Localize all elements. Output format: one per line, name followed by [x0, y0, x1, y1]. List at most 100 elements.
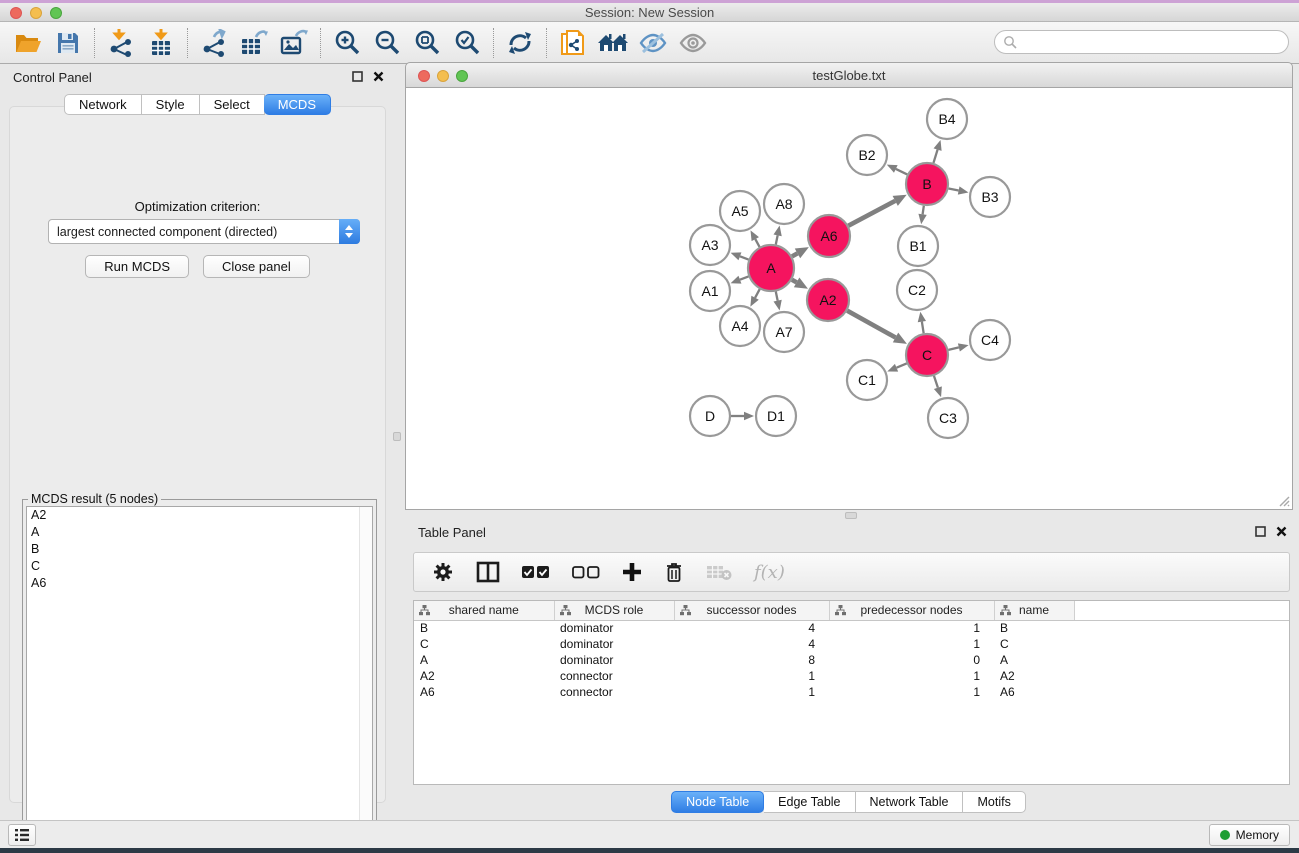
import-table-button[interactable] [141, 26, 181, 60]
table-row[interactable]: Adominator80A [414, 652, 1289, 668]
graph-edge-B-B3[interactable] [949, 188, 959, 190]
table-cell[interactable]: connector [554, 684, 674, 700]
tab-motifs[interactable]: Motifs [963, 791, 1025, 813]
graph-edge-A-A3[interactable] [740, 256, 749, 259]
export-network-button[interactable] [194, 26, 234, 60]
table-cell[interactable]: connector [554, 668, 674, 684]
zoom-fit-button[interactable] [407, 26, 447, 60]
graph-edge-A-A7[interactable] [776, 292, 778, 301]
graph-edge-C-C3[interactable] [934, 376, 938, 388]
graph-edge-A-A5[interactable] [755, 239, 759, 247]
table-row[interactable]: Cdominator41C [414, 636, 1289, 652]
column-header-MCDS-role[interactable]: MCDS role [554, 601, 674, 620]
close-panel-icon[interactable] [1276, 526, 1287, 537]
splitter-grip-icon[interactable] [393, 432, 401, 441]
zoom-in-button[interactable] [327, 26, 367, 60]
column-header-predecessor-nodes[interactable]: predecessor nodes [829, 601, 994, 620]
node-table[interactable]: shared nameMCDS rolesuccessor nodesprede… [413, 600, 1290, 785]
table-cell[interactable]: 4 [674, 620, 829, 636]
delete-table-button[interactable] [706, 563, 732, 581]
search-text-field[interactable] [1017, 33, 1288, 51]
hide-graphics-details-button[interactable] [633, 26, 673, 60]
export-image-button[interactable] [274, 26, 314, 60]
table-cell[interactable]: B [994, 620, 1074, 636]
memory-button[interactable]: Memory [1209, 824, 1290, 846]
graph-edge-A2-C[interactable] [847, 311, 895, 338]
graph-edge-C-C4[interactable] [948, 347, 958, 349]
table-cell[interactable]: 4 [674, 636, 829, 652]
float-panel-icon[interactable] [352, 71, 363, 82]
tab-mcds[interactable]: MCDS [264, 94, 331, 115]
graph-edge-C-C1[interactable] [897, 363, 907, 367]
export-table-button[interactable] [234, 26, 274, 60]
open-session-button[interactable] [8, 26, 48, 60]
apply-layout-button[interactable] [500, 26, 540, 60]
tab-select[interactable]: Select [200, 94, 265, 115]
table-cell[interactable]: A [414, 652, 554, 668]
panel-splitter-horizontal[interactable] [405, 511, 1293, 520]
result-list-item[interactable]: A6 [27, 575, 372, 592]
show-birdseye-button[interactable] [673, 26, 713, 60]
result-list-item[interactable]: A2 [27, 507, 372, 524]
deselect-all-rows-button[interactable] [572, 565, 600, 579]
show-columns-button[interactable] [476, 561, 500, 583]
select-all-rows-button[interactable] [522, 565, 550, 579]
table-cell[interactable]: 1 [674, 684, 829, 700]
table-cell[interactable]: 1 [829, 620, 994, 636]
tab-edge-table[interactable]: Edge Table [764, 791, 855, 813]
table-row[interactable]: A2connector11A2 [414, 668, 1289, 684]
delete-column-button[interactable] [664, 561, 684, 583]
resize-grip-icon[interactable] [1276, 493, 1290, 507]
column-header-shared-name[interactable]: shared name [414, 601, 554, 620]
table-cell[interactable]: 1 [829, 636, 994, 652]
panel-splitter-vertical[interactable] [390, 66, 405, 811]
table-settings-button[interactable] [432, 561, 454, 583]
save-session-button[interactable] [48, 26, 88, 60]
close-panel-button[interactable]: Close panel [203, 255, 310, 278]
column-header-successor-nodes[interactable]: successor nodes [674, 601, 829, 620]
result-list-item[interactable]: C [27, 558, 372, 575]
table-cell[interactable]: 1 [674, 668, 829, 684]
network-canvas[interactable]: AA6A2BCA5A8A3A1A4A7B2B4B3B1C2C4C1C3DD1 [405, 88, 1293, 510]
table-cell[interactable]: dominator [554, 636, 674, 652]
network-window-titlebar[interactable]: testGlobe.txt [405, 62, 1293, 88]
graph-edge-B-B1[interactable] [923, 206, 924, 215]
clone-network-button[interactable] [553, 26, 593, 60]
network-graph[interactable]: AA6A2BCA5A8A3A1A4A7B2B4B3B1C2C4C1C3DD1 [406, 88, 1292, 508]
graph-edge-A6-B[interactable] [848, 201, 895, 226]
table-cell[interactable]: C [414, 636, 554, 652]
table-cell[interactable]: 1 [829, 668, 994, 684]
task-history-button[interactable] [8, 824, 36, 846]
network-home-button[interactable] [593, 26, 633, 60]
table-row[interactable]: Bdominator41B [414, 620, 1289, 636]
splitter-grip-icon[interactable] [845, 512, 857, 519]
mcds-result-list[interactable]: A2ABCA6 [26, 506, 373, 829]
table-cell[interactable]: 1 [829, 684, 994, 700]
table-cell[interactable]: 8 [674, 652, 829, 668]
table-cell[interactable]: 0 [829, 652, 994, 668]
table-cell[interactable]: A2 [414, 668, 554, 684]
result-list-item[interactable]: A [27, 524, 372, 541]
table-row[interactable]: A6connector11A6 [414, 684, 1289, 700]
close-panel-icon[interactable] [373, 71, 384, 82]
graph-edge-B-B2[interactable] [896, 169, 907, 175]
table-cell[interactable]: B [414, 620, 554, 636]
graph-edge-C-C2[interactable] [922, 322, 924, 334]
table-cell[interactable]: A2 [994, 668, 1074, 684]
run-mcds-button[interactable]: Run MCDS [85, 255, 189, 278]
table-cell[interactable]: A6 [414, 684, 554, 700]
result-list-item[interactable]: B [27, 541, 372, 558]
column-header-name[interactable]: name [994, 601, 1074, 620]
graph-edge-A-A2[interactable] [792, 280, 797, 283]
zoom-out-button[interactable] [367, 26, 407, 60]
optimization-criterion-select[interactable]: largest connected component (directed) [48, 219, 360, 244]
table-cell[interactable]: A [994, 652, 1074, 668]
result-scrollbar[interactable] [359, 507, 372, 828]
graph-edge-A-A1[interactable] [740, 276, 749, 279]
graph-edge-A-A6[interactable] [792, 253, 797, 256]
graph-edge-A-A8[interactable] [776, 235, 778, 244]
tab-style[interactable]: Style [142, 94, 200, 115]
search-input[interactable] [994, 30, 1289, 54]
tab-node-table[interactable]: Node Table [671, 791, 764, 813]
create-column-button[interactable] [622, 562, 642, 582]
